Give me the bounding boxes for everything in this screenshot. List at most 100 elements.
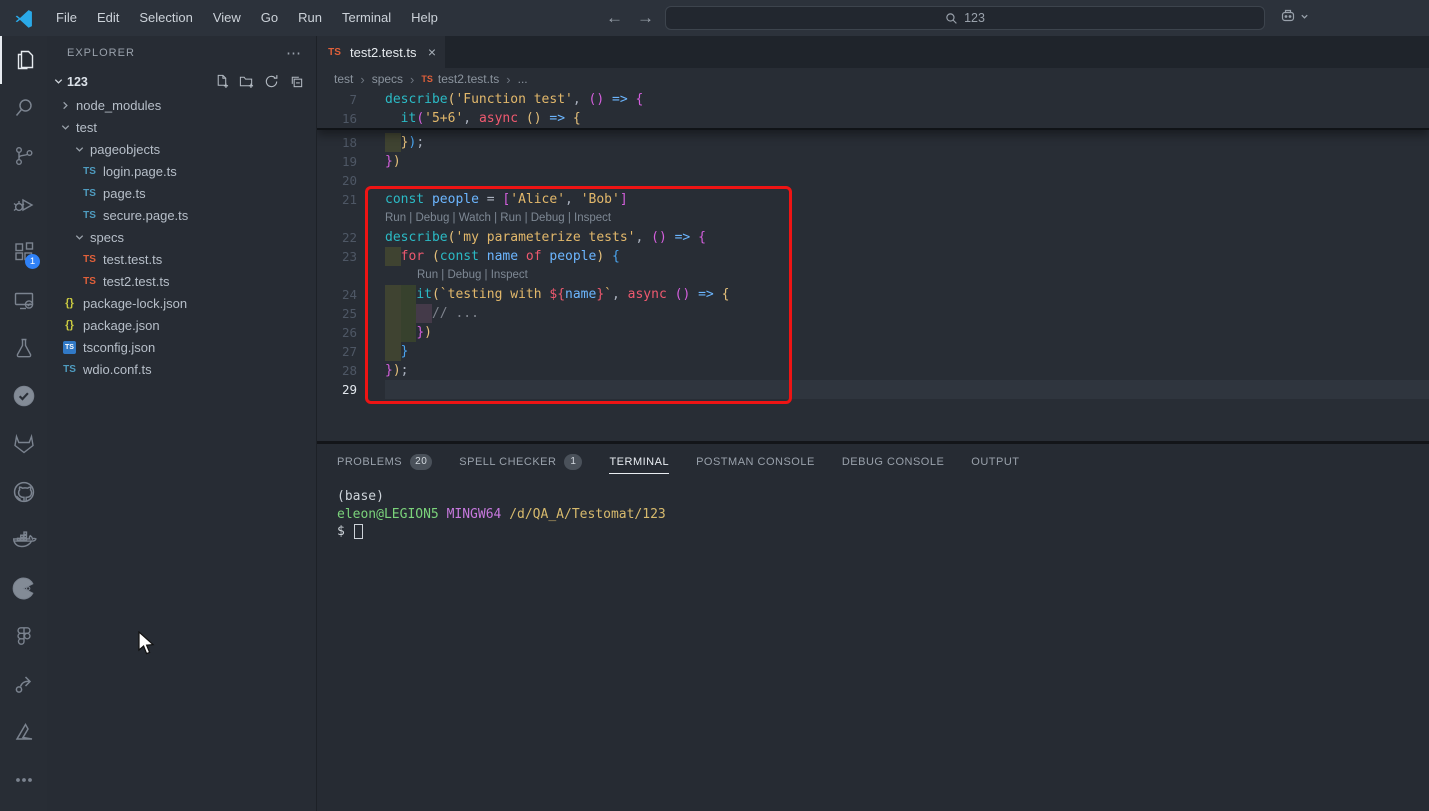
breadcrumb-item-test2-test-ts[interactable]: TStest2.test.ts bbox=[421, 72, 499, 86]
panel-tab-terminal[interactable]: TERMINAL bbox=[609, 444, 669, 479]
code-row-29: 29 bbox=[317, 380, 1429, 399]
panel-tab-debug-console[interactable]: DEBUG CONSOLE bbox=[842, 444, 944, 479]
activity-figma-icon[interactable] bbox=[0, 612, 47, 660]
explorer-more-icon[interactable]: ⋯ bbox=[286, 44, 302, 62]
activity-gitlab-icon[interactable] bbox=[0, 420, 47, 468]
typescript-file-icon: TS bbox=[81, 188, 98, 199]
code-line[interactable]: }); bbox=[385, 361, 1429, 380]
activity-remote-explorer-icon[interactable] bbox=[0, 276, 47, 324]
code-line[interactable]: }) bbox=[385, 323, 1429, 342]
activity-check-circle-icon[interactable] bbox=[0, 372, 47, 420]
tree-item-page-ts[interactable]: TSpage.ts bbox=[47, 182, 316, 204]
typescript-file-icon: TS bbox=[61, 364, 78, 375]
code-line[interactable]: describe('my parameterize tests', () => … bbox=[385, 228, 1429, 247]
tree-item-tsconfig-json[interactable]: TStsconfig.json bbox=[47, 336, 316, 358]
panel-tab-spell-checker[interactable]: SPELL CHECKER1 bbox=[459, 444, 582, 479]
tree-item-node-modules[interactable]: node_modules bbox=[47, 94, 316, 116]
forward-arrow-icon[interactable]: → bbox=[637, 8, 654, 28]
code-line[interactable]: for (const name of people) { bbox=[385, 247, 1429, 266]
back-arrow-icon[interactable]: ← bbox=[606, 8, 623, 28]
menu-item-view[interactable]: View bbox=[203, 0, 251, 36]
code-line[interactable]: describe('Function test', () => { bbox=[385, 90, 1429, 109]
code-line[interactable] bbox=[385, 380, 1429, 399]
menu-item-selection[interactable]: Selection bbox=[129, 0, 202, 36]
activity-pie-chart-icon[interactable] bbox=[0, 564, 47, 612]
breadcrumb-item--[interactable]: ... bbox=[518, 72, 528, 86]
code-line[interactable] bbox=[385, 171, 1429, 190]
code-line[interactable]: it(`testing with ${name}`, async () => { bbox=[385, 285, 1429, 304]
new-file-icon[interactable] bbox=[214, 74, 229, 89]
code-line[interactable]: // ... bbox=[385, 304, 1429, 323]
activity-source-control-icon[interactable] bbox=[0, 132, 47, 180]
code-line[interactable]: it('5+6', async () => { bbox=[385, 109, 1429, 128]
codelens-actions[interactable]: Run | Debug | Watch | Run | Debug | Insp… bbox=[385, 209, 1429, 228]
search-value: 123 bbox=[964, 11, 985, 25]
tab-close-icon[interactable]: × bbox=[428, 44, 436, 60]
panel-tab-problems[interactable]: PROBLEMS20 bbox=[337, 444, 432, 479]
tree-item-login-page-ts[interactable]: TSlogin.page.ts bbox=[47, 160, 316, 182]
menu-item-run[interactable]: Run bbox=[288, 0, 332, 36]
refresh-icon[interactable] bbox=[264, 74, 279, 89]
menu-item-go[interactable]: Go bbox=[251, 0, 288, 36]
search-input[interactable]: 123 bbox=[665, 6, 1265, 30]
activity-testing-icon[interactable] bbox=[0, 324, 47, 372]
activity-github-icon[interactable] bbox=[0, 468, 47, 516]
code-row-7: 7describe('Function test', () => { bbox=[317, 90, 1429, 109]
activity-share-icon[interactable] bbox=[0, 660, 47, 708]
panel-tab-bar: PROBLEMS20 SPELL CHECKER1 TERMINAL POSTMAN … bbox=[317, 444, 1429, 479]
menu-item-help[interactable]: Help bbox=[401, 0, 448, 36]
terminal-output[interactable]: (base) eleon@LEGION5 MINGW64 /d/QA_A/Tes… bbox=[317, 479, 1429, 541]
code-row-22: 22describe('my parameterize tests', () =… bbox=[317, 228, 1429, 247]
line-number: 21 bbox=[317, 190, 385, 209]
code-line[interactable]: }) bbox=[385, 152, 1429, 171]
tab-test2-test-ts[interactable]: TS test2.test.ts × bbox=[317, 36, 445, 68]
menu-item-file[interactable]: File bbox=[46, 0, 87, 36]
copilot-menu[interactable] bbox=[1280, 8, 1309, 24]
codelens-actions[interactable]: Run | Debug | Inspect bbox=[385, 266, 1429, 285]
tree-item-wdio-conf-ts[interactable]: TSwdio.conf.ts bbox=[47, 358, 316, 380]
workspace-section-123[interactable]: 123 bbox=[47, 70, 316, 93]
menu-item-edit[interactable]: Edit bbox=[87, 0, 129, 36]
chevron-down-icon bbox=[73, 144, 85, 155]
activity-more-icon[interactable] bbox=[0, 756, 47, 804]
tree-item-package-json[interactable]: {}package.json bbox=[47, 314, 316, 336]
code-row-27: 27 } bbox=[317, 342, 1429, 361]
collapse-all-icon[interactable] bbox=[289, 74, 304, 89]
tree-item-secure-page-ts[interactable]: TSsecure.page.ts bbox=[47, 204, 316, 226]
code-row-21: 21const people = ['Alice', 'Bob'] bbox=[317, 190, 1429, 209]
code-row-23: 23 for (const name of people) { bbox=[317, 247, 1429, 266]
tree-item-pageobjects[interactable]: pageobjects bbox=[47, 138, 316, 160]
tree-item-specs[interactable]: specs bbox=[47, 226, 316, 248]
tree-item-package-lock-json[interactable]: {}package-lock.json bbox=[47, 292, 316, 314]
activity-docker-icon[interactable] bbox=[0, 516, 47, 564]
panel-tab-output[interactable]: OUTPUT bbox=[971, 444, 1019, 479]
chevron-down-icon bbox=[53, 76, 64, 87]
tree-item-test[interactable]: test bbox=[47, 116, 316, 138]
typescript-test-file-icon: TS bbox=[81, 276, 98, 287]
terminal-cursor bbox=[354, 524, 363, 539]
tree-item-test-test-ts[interactable]: TStest.test.ts bbox=[47, 248, 316, 270]
breadcrumb-separator: › bbox=[360, 72, 364, 87]
terminal-input-line[interactable]: $ bbox=[337, 523, 1429, 541]
activity-bar: 1 bbox=[0, 36, 47, 811]
activity-explorer-icon[interactable] bbox=[0, 36, 47, 84]
search-icon bbox=[945, 12, 958, 25]
activity-extensions-icon[interactable]: 1 bbox=[0, 228, 47, 276]
code-line[interactable]: } bbox=[385, 342, 1429, 361]
line-number: 22 bbox=[317, 228, 385, 247]
code-editor[interactable]: 7describe('Function test', () => {16 it(… bbox=[317, 90, 1429, 441]
panel-tab-postman-console[interactable]: POSTMAN CONSOLE bbox=[696, 444, 815, 479]
codelens-row: Run | Debug | Inspect bbox=[317, 266, 1429, 285]
code-lines: 18 });19})2021const people = ['Alice', '… bbox=[317, 133, 1429, 399]
tree-item-test2-test-ts[interactable]: TStest2.test.ts bbox=[47, 270, 316, 292]
new-folder-icon[interactable] bbox=[239, 74, 254, 89]
breadcrumb-item-specs[interactable]: specs bbox=[372, 72, 403, 86]
code-line[interactable]: }); bbox=[385, 133, 1429, 152]
activity-run-and-debug-icon[interactable] bbox=[0, 180, 47, 228]
menu-item-terminal[interactable]: Terminal bbox=[332, 0, 401, 36]
breadcrumb-item-test[interactable]: test bbox=[334, 72, 353, 86]
code-line[interactable]: const people = ['Alice', 'Bob'] bbox=[385, 190, 1429, 209]
activity-search-icon[interactable] bbox=[0, 84, 47, 132]
activity-azure-icon[interactable] bbox=[0, 708, 47, 756]
line-number: 19 bbox=[317, 152, 385, 171]
